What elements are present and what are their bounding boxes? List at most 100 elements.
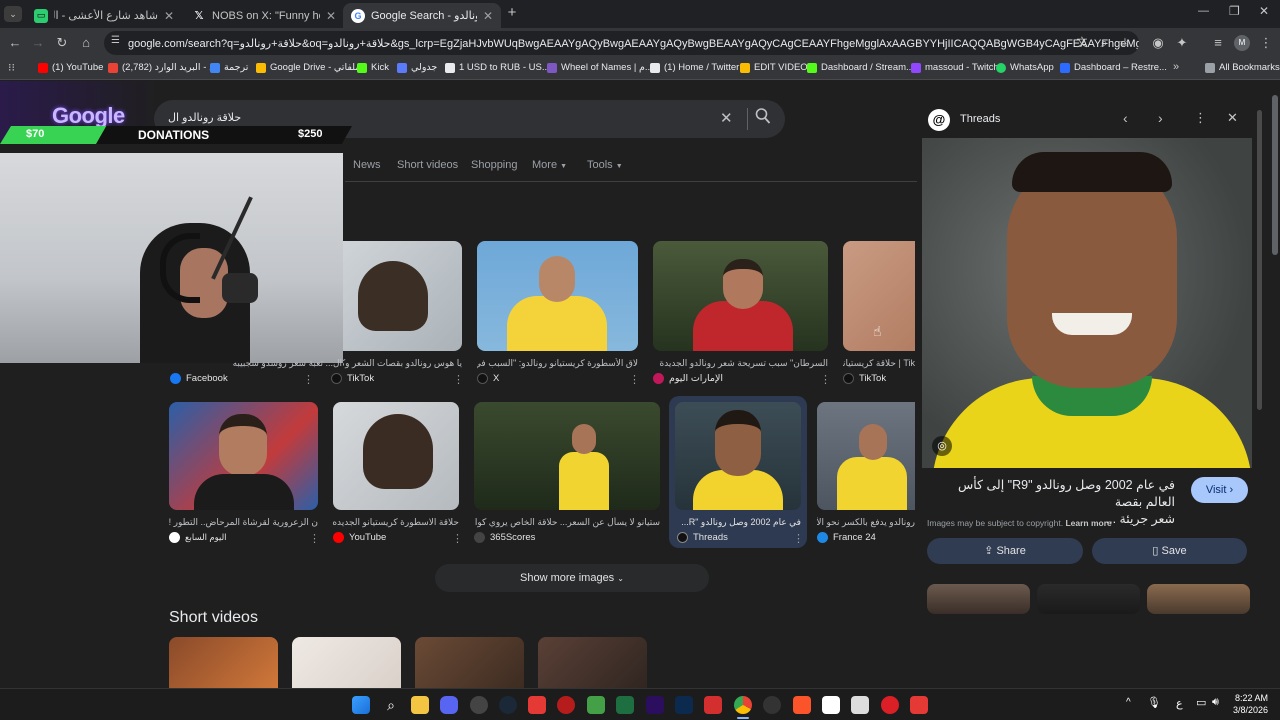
bookmark-restream[interactable]: Dashboard – Restre... [1060, 62, 1167, 73]
bookmark-translate[interactable]: ترجمة [210, 62, 248, 73]
image-source[interactable]: Facebook [170, 373, 228, 384]
image-result[interactable] [653, 241, 828, 351]
menu-kebab-icon[interactable]: ⋮ [1258, 35, 1274, 51]
search-icon[interactable] [755, 107, 771, 130]
calendar-app-icon[interactable] [528, 696, 546, 714]
reload-icon[interactable]: ↻ [54, 35, 70, 51]
tab-search-button[interactable]: ⌄ [4, 6, 22, 22]
related-image[interactable] [1147, 584, 1250, 614]
calendar-icon[interactable] [910, 696, 928, 714]
show-more-images-button[interactable]: Show more images ⌄ [435, 564, 709, 592]
close-window-button[interactable]: ✕ [1259, 4, 1273, 18]
learn-more-link[interactable]: Learn more [1065, 518, 1111, 528]
tab-tools[interactable]: Tools ▼ [587, 159, 623, 171]
new-tab-button[interactable]: + [505, 5, 519, 21]
red-app-icon[interactable] [557, 696, 575, 714]
photoshop-icon[interactable] [675, 696, 693, 714]
more-options-icon[interactable]: ⋮ [629, 373, 640, 386]
image-source[interactable]: TikTok [843, 373, 886, 384]
related-image[interactable] [927, 584, 1030, 614]
bookmark-twitch[interactable]: massoud - Twitch [911, 62, 999, 73]
image-result[interactable] [343, 241, 462, 351]
image-result[interactable] [477, 241, 638, 351]
discord-icon[interactable] [440, 696, 458, 714]
acrobat-icon[interactable] [704, 696, 722, 714]
image-source[interactable]: Threads [677, 532, 728, 543]
image-source[interactable]: France 24 [817, 532, 876, 543]
minimize-button[interactable]: — [1198, 5, 1212, 17]
more-options-icon[interactable]: ⋮ [309, 532, 320, 545]
media-controls-icon[interactable]: ≡ [1210, 35, 1226, 51]
chrome-icon[interactable] [734, 696, 752, 714]
image-result[interactable] [474, 402, 660, 510]
steam-icon[interactable] [499, 696, 517, 714]
short-video-thumbnail[interactable] [292, 637, 401, 688]
back-icon[interactable]: ← [7, 35, 23, 51]
forward-icon[interactable]: → [30, 35, 46, 51]
home-icon[interactable]: ⌂ [78, 35, 94, 51]
profile-avatar[interactable]: M [1234, 35, 1250, 51]
extension-icon[interactable]: ◉ [1150, 35, 1166, 51]
restore-button[interactable]: ❐ [1229, 4, 1243, 18]
short-video-thumbnail[interactable] [538, 637, 647, 688]
visit-button[interactable]: Visit › [1191, 477, 1248, 503]
next-icon[interactable]: › [1158, 110, 1163, 126]
image-result[interactable] [169, 402, 318, 510]
creative-cloud-icon[interactable] [881, 696, 899, 714]
obs-icon[interactable] [763, 696, 781, 714]
bookmark-edit-video[interactable]: EDIT VIDEO [740, 62, 808, 73]
search-icon[interactable]: ⌕ [382, 696, 400, 714]
brave-icon[interactable] [793, 696, 811, 714]
bookmark-wheel[interactable]: Wheel of Names | م... [547, 62, 653, 73]
close-icon[interactable]: ✕ [1227, 110, 1238, 126]
panel-source-name[interactable]: Threads [960, 113, 1000, 125]
bookmark-drive[interactable]: Google Drive - ملفاتي [256, 62, 360, 73]
preview-image[interactable]: ◎ [922, 138, 1252, 468]
microphone-icon[interactable]: 🎙︎ [1147, 696, 1161, 709]
short-video-thumbnail[interactable] [415, 637, 524, 688]
tab-more[interactable]: More ▼ [532, 159, 567, 171]
all-bookmarks[interactable]: All Bookmarks [1205, 62, 1280, 73]
more-options-icon[interactable]: ⋮ [452, 532, 463, 545]
panel-scrollbar-thumb[interactable] [1257, 110, 1262, 410]
image-source[interactable]: YouTube [333, 532, 386, 543]
volume-icon[interactable]: 🔊︎ [1212, 696, 1219, 709]
close-icon[interactable]: ✕ [483, 9, 493, 23]
image-source[interactable]: 365Scores [474, 532, 535, 543]
more-options-icon[interactable]: ⋮ [453, 373, 464, 386]
excel-icon[interactable] [616, 696, 634, 714]
tab-short-videos[interactable]: Short videos [397, 159, 458, 171]
premiere-icon[interactable] [646, 696, 664, 714]
related-image[interactable] [1037, 584, 1140, 614]
file-explorer-icon[interactable] [411, 696, 429, 714]
tab-shopping[interactable]: Shopping [471, 159, 518, 171]
previous-icon[interactable]: ‹ [1123, 110, 1128, 126]
windows-start-icon[interactable] [352, 696, 370, 714]
bookmark-schedule[interactable]: جدولي [397, 62, 437, 73]
image-source[interactable]: الإمارات اليوم [653, 373, 723, 384]
media-player-icon[interactable] [470, 696, 488, 714]
more-options-icon[interactable]: ⋮ [1194, 110, 1207, 126]
bookmark-kick[interactable]: Kick [357, 62, 389, 73]
bookmark-star-icon[interactable]: ☆ [1117, 35, 1133, 51]
lens-icon[interactable]: ◎ [932, 436, 952, 456]
save-button[interactable]: ▯ Save [1092, 538, 1247, 564]
image-source[interactable]: X [477, 373, 499, 384]
search-query[interactable]: حلاقة رونالدو ال [168, 111, 241, 124]
image-result[interactable] [817, 402, 915, 510]
more-options-icon[interactable]: ⋮ [303, 373, 314, 386]
capcut-icon[interactable] [822, 696, 840, 714]
green-app-icon[interactable] [587, 696, 605, 714]
bookmark-stream-dashboard[interactable]: Dashboard / Stream... [807, 62, 914, 73]
image-result[interactable] [333, 402, 459, 510]
bookmark-whatsapp[interactable]: WhatsApp [996, 62, 1054, 73]
apps-grid-icon[interactable]: ⁝⁝ [8, 61, 15, 74]
bookmarks-overflow-icon[interactable]: » [1173, 61, 1179, 73]
more-options-icon[interactable]: ⋮ [793, 532, 804, 545]
site-info-icon[interactable]: ☰ [111, 35, 120, 46]
close-icon[interactable]: ✕ [326, 9, 336, 23]
translate-icon[interactable]: 文 [1074, 35, 1090, 51]
zoom-icon[interactable]: ⌕ [1096, 35, 1112, 51]
tab-news[interactable]: News [353, 159, 381, 171]
network-icon[interactable]: ▭ [1196, 696, 1206, 709]
